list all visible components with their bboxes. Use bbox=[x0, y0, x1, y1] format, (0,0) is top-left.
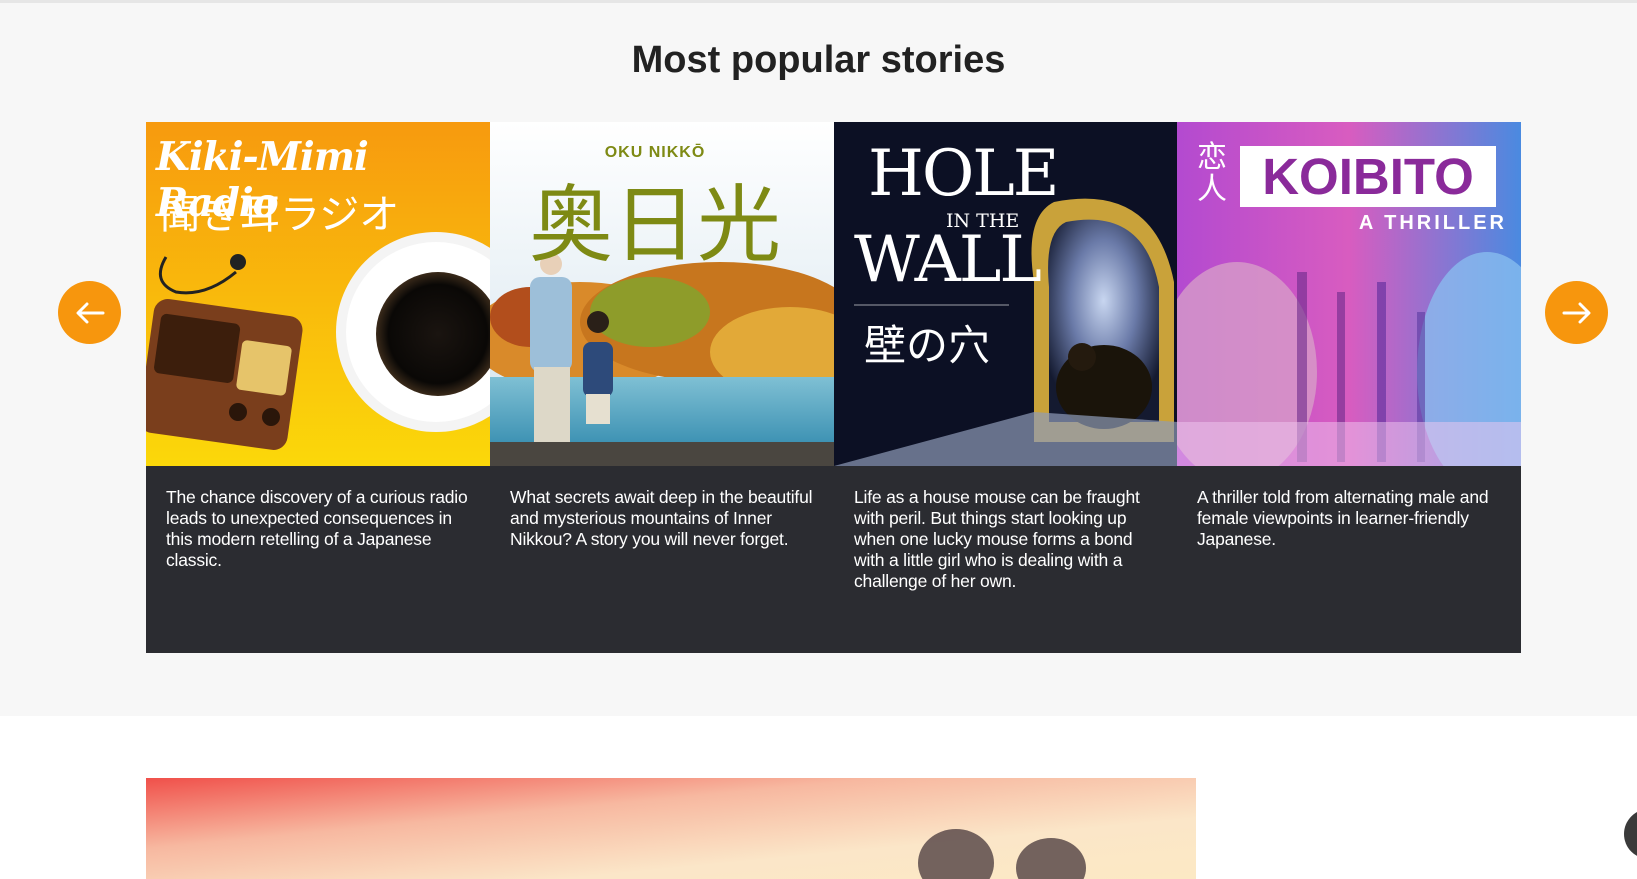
cover-subtitle: 壁の穴 bbox=[864, 321, 991, 370]
arrow-right-icon bbox=[1562, 302, 1590, 323]
story-description: The chance discovery of a curious radio … bbox=[166, 487, 468, 570]
cover-subtitle: 奥日光 bbox=[528, 176, 781, 274]
story-card-oku-nikko[interactable]: OKU NIKKŌ 奥日光 What secrets await deep in… bbox=[490, 122, 834, 653]
cover-kanji: 恋人 bbox=[1197, 140, 1227, 207]
story-card-hole-in-the-wall[interactable]: HOLE IN THE WALL 壁の穴 Life as a house mou… bbox=[834, 122, 1178, 653]
carousel-next-button[interactable] bbox=[1545, 281, 1608, 344]
featured-banner-image[interactable] bbox=[146, 778, 1196, 879]
story-cover-image[interactable]: HOLE IN THE WALL 壁の穴 bbox=[834, 122, 1178, 466]
story-description: What secrets await deep in the beautiful… bbox=[510, 487, 813, 549]
story-card-koibito[interactable]: 恋人 KOIBITO A THRILLER A thriller told fr… bbox=[1177, 122, 1521, 653]
stories-carousel: Kiki-Mimi Radio 聞き耳ラジオ The chance discov… bbox=[146, 122, 1521, 653]
cover-subtitle: A THRILLER bbox=[1358, 212, 1507, 234]
cover-title: KOIBITO bbox=[1240, 146, 1496, 207]
cover-subtitle: 聞き耳ラジオ bbox=[160, 192, 400, 238]
story-description: Life as a house mouse can be fraught wit… bbox=[854, 487, 1140, 591]
story-cover-image[interactable]: OKU NIKKŌ 奥日光 bbox=[490, 122, 834, 466]
story-description: A thriller told from alternating male an… bbox=[1197, 487, 1489, 549]
popular-stories-section: Most popular stories Kiki-Mimi Radio 聞き耳… bbox=[0, 3, 1637, 716]
carousel-prev-button[interactable] bbox=[58, 281, 121, 344]
arrow-left-icon bbox=[76, 302, 104, 323]
section-title: Most popular stories bbox=[631, 39, 1006, 81]
cover-title-wall: WALL bbox=[854, 223, 1042, 297]
story-cover-image[interactable]: 恋人 KOIBITO A THRILLER bbox=[1177, 122, 1521, 466]
cover-title-hole: HOLE bbox=[868, 137, 1059, 211]
story-card-kiki-mimi-radio[interactable]: Kiki-Mimi Radio 聞き耳ラジオ The chance discov… bbox=[146, 122, 490, 653]
story-cover-image[interactable]: Kiki-Mimi Radio 聞き耳ラジオ bbox=[146, 122, 490, 466]
floating-chat-button[interactable] bbox=[1624, 809, 1637, 859]
